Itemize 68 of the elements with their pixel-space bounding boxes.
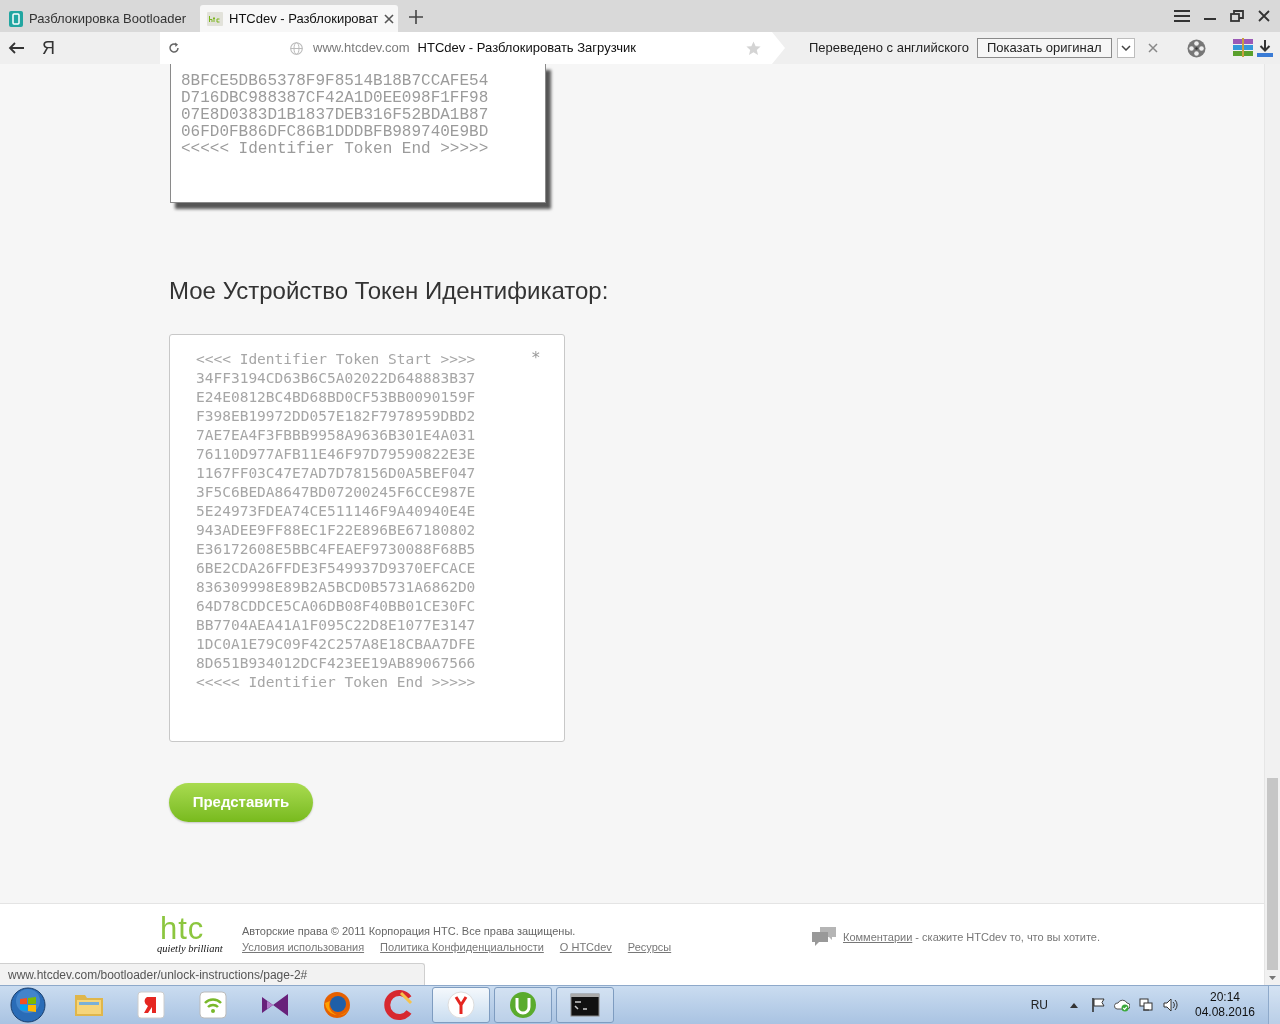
status-url: www.htcdev.com/bootloader/unlock-instructions/page-2# xyxy=(0,963,425,985)
footer-link[interactable]: Условия использования xyxy=(242,940,365,954)
wifi-icon xyxy=(197,989,229,1021)
download-icon xyxy=(1255,38,1274,58)
logo-tagline: quietly brilliant xyxy=(157,943,223,955)
flag-icon xyxy=(1091,998,1105,1012)
close-icon xyxy=(384,13,395,24)
close-icon xyxy=(1147,43,1158,53)
close-icon xyxy=(1258,10,1270,22)
chevron-down-icon xyxy=(1120,45,1131,51)
back-arrow-icon xyxy=(8,42,24,54)
footer-link[interactable]: О HTCdev xyxy=(559,940,612,954)
browser-tab[interactable]: Разблокировка Bootloader xyxy=(0,5,196,32)
address-bar[interactable]: www.htcdev.com HTCdev - Разблокировать Загрузчик xyxy=(160,32,785,64)
browser-tab[interactable]: HTCdev - Разблокироват xyxy=(200,5,398,32)
downloads-button[interactable] xyxy=(1255,38,1274,58)
reload-button[interactable] xyxy=(168,42,180,54)
restore-button[interactable] xyxy=(1229,8,1245,24)
books-icon xyxy=(1231,38,1254,58)
logo-button[interactable]: Я xyxy=(42,38,55,58)
token-text: 8BFCE5DB65378F9F8514B18B7CCAFE54 D716DBC988387CF42A1D0EE098F1FF98 07E8D0383D1B1837DEB316F52BDA1B87 06FD0FB86DFC86B1DDDBFB989740E9BD <<<<< Identifier Token End >>>>> xyxy=(181,73,490,158)
clock-button[interactable]: 20:14 04.08.2016 xyxy=(1196,990,1254,1020)
scrollbar-thumb[interactable] xyxy=(1267,778,1278,970)
translation-options-button[interactable] xyxy=(1116,38,1135,58)
network-computer-icon xyxy=(1139,998,1153,1012)
globe-icon xyxy=(321,989,353,1021)
footer-link[interactable]: Ресурсы xyxy=(627,940,672,954)
close-translation-button[interactable] xyxy=(1147,42,1159,54)
tile-icon xyxy=(135,989,167,1021)
language-indicator[interactable]: RU xyxy=(1030,996,1048,1014)
extension-button[interactable] xyxy=(1231,38,1254,58)
menu-button[interactable] xyxy=(1173,8,1191,24)
translation-message: Переведено с английского xyxy=(809,39,969,58)
feedback-text: Комментарии - скажите HTCdev то, что вы хотите. xyxy=(843,930,1101,944)
section-heading: Мое Устройство Токен Идентификатор: xyxy=(169,277,609,305)
required-asterisk: * xyxy=(531,348,541,367)
back-button[interactable] xyxy=(8,40,26,56)
cloud-check-icon xyxy=(1114,998,1130,1012)
circle-logo-icon xyxy=(445,989,477,1021)
circle-logo-icon xyxy=(507,989,539,1021)
tab-close-button[interactable] xyxy=(384,12,395,25)
film-reel-icon xyxy=(1186,38,1206,58)
show-original-button[interactable]: Показать оригинал xyxy=(976,38,1112,58)
new-tab-button[interactable] xyxy=(409,10,423,24)
extension-button[interactable] xyxy=(1186,38,1206,58)
menu-icon xyxy=(1174,10,1190,22)
minimize-icon xyxy=(1204,18,1216,20)
orb-icon xyxy=(10,987,46,1023)
phone-tile-icon xyxy=(9,10,23,27)
arc-icon xyxy=(383,989,415,1021)
scroll-down-button[interactable] xyxy=(1269,976,1276,980)
close-window-button[interactable] xyxy=(1257,8,1271,24)
globe-icon xyxy=(290,41,303,55)
restore-icon xyxy=(1230,10,1244,22)
star-icon xyxy=(746,40,761,56)
comments-link[interactable]: Комментарии xyxy=(843,931,913,943)
taskbar-app-button[interactable] xyxy=(556,987,614,1023)
plus-icon xyxy=(409,10,423,24)
speech-bubbles-icon xyxy=(811,926,837,948)
scrollbar-track[interactable] xyxy=(1264,64,1280,985)
up-caret-icon xyxy=(1070,1002,1078,1008)
footer-link[interactable]: Политика Конфиденциальности xyxy=(380,940,544,954)
copyright-text: Авторские права © 2011 Корпорация HTC. Все права защищены. xyxy=(242,924,577,938)
speaker-icon xyxy=(1162,998,1178,1012)
down-triangle-icon xyxy=(1269,976,1276,980)
reload-icon xyxy=(168,42,180,54)
logo-tile-icon xyxy=(207,11,223,26)
logo-wordmark: htc xyxy=(160,917,205,941)
